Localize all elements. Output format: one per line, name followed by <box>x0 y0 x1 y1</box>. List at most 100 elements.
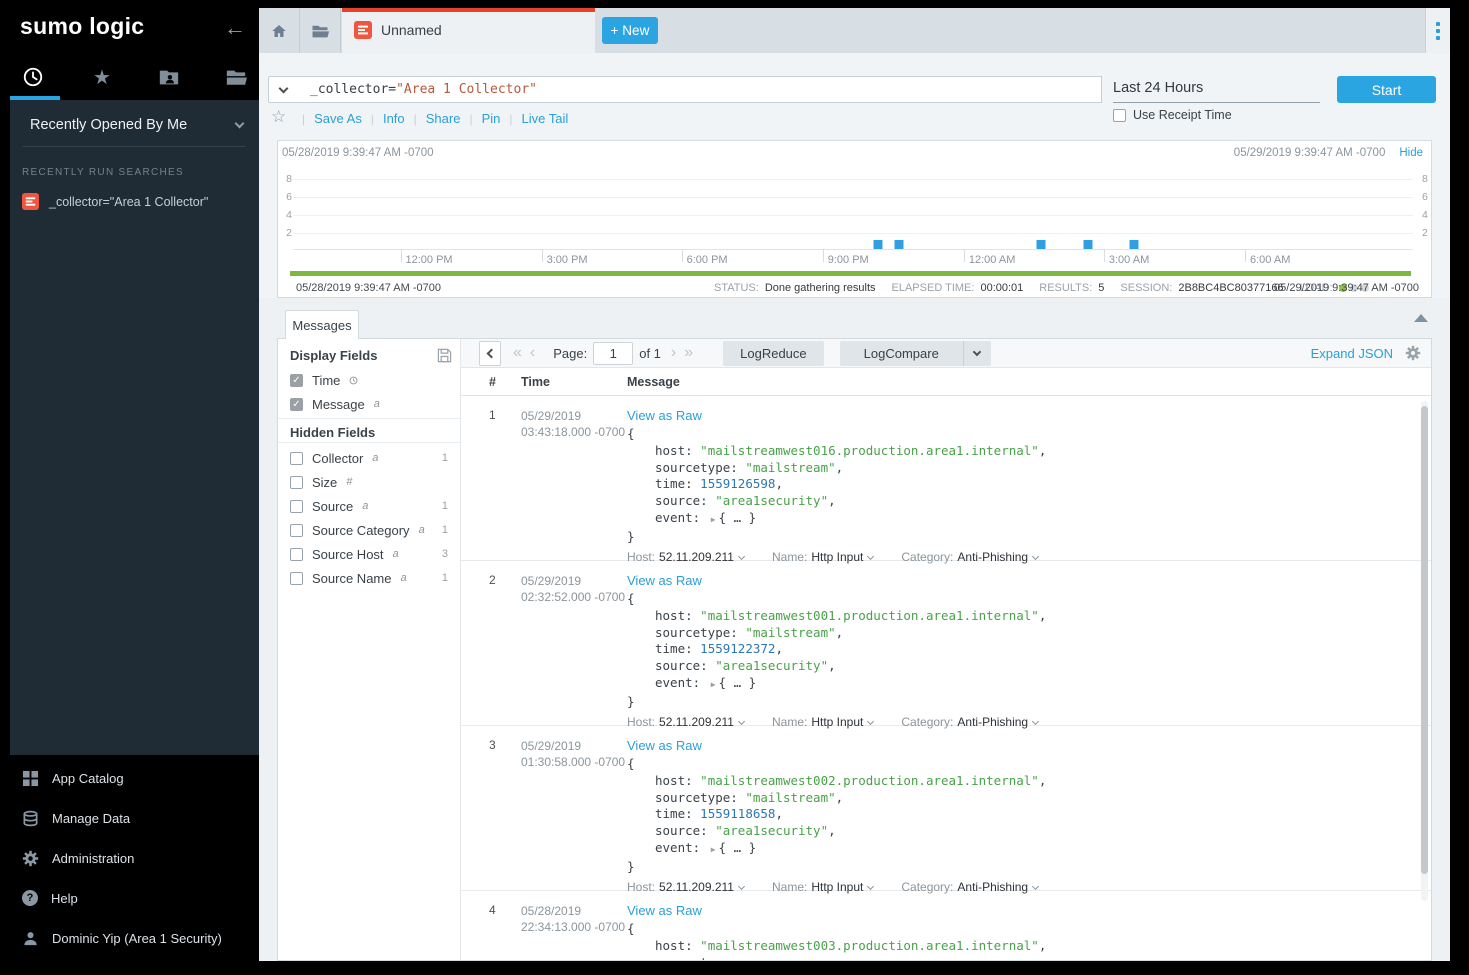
chevron-down-icon <box>867 718 874 725</box>
hidden-field-row[interactable]: Collector a 1 <box>290 446 452 470</box>
favorites-tab-star-icon[interactable]: ★ <box>89 64 115 90</box>
personal-library-icon[interactable] <box>156 64 182 90</box>
search-action-link[interactable]: Live Tail <box>522 111 569 126</box>
search-action-link[interactable]: Pin <box>482 111 501 126</box>
column-time: Time <box>521 375 550 389</box>
logreduce-button[interactable]: LogReduce <box>723 341 824 366</box>
display-field-time[interactable]: ✓ Time <box>290 369 452 391</box>
x-axis: 12:00 PM 3:00 PM 6:00 PM 9:00 PM 12:00 A… <box>293 250 1413 270</box>
kebab-menu-icon[interactable] <box>1425 8 1450 53</box>
hidden-field-row[interactable]: Source a 1 <box>290 494 452 518</box>
sidebar-item-app-catalog[interactable]: App Catalog <box>0 758 259 798</box>
field-checkbox[interactable] <box>290 572 303 585</box>
histogram-data-square[interactable] <box>1084 240 1093 249</box>
display-field-message[interactable]: ✓ Message a <box>290 393 452 415</box>
help-icon: ? <box>22 890 38 906</box>
sidebar-item-manage-data[interactable]: Manage Data <box>0 798 259 838</box>
search-action-link[interactable]: Save As <box>314 111 362 126</box>
tab-messages[interactable]: Messages <box>285 310 359 339</box>
search-action-link[interactable]: Info <box>383 111 405 126</box>
logcompare-dropdown[interactable] <box>963 341 991 366</box>
query-history-dropdown[interactable] <box>268 76 299 103</box>
time-field-checkbox[interactable]: ✓ <box>290 374 303 387</box>
histogram-data-square[interactable] <box>873 240 882 249</box>
field-checkbox[interactable] <box>290 476 303 489</box>
use-receipt-time-toggle[interactable]: Use Receipt Time <box>1113 108 1232 122</box>
histogram-data-square[interactable] <box>894 240 903 249</box>
library-button[interactable] <box>300 8 341 53</box>
divider <box>278 418 460 419</box>
field-checkbox[interactable] <box>290 524 303 537</box>
expand-event-icon[interactable]: ▶ <box>711 845 716 854</box>
message-field-checkbox[interactable]: ✓ <box>290 398 303 411</box>
x-tick: 3:00 AM <box>1104 250 1149 268</box>
hide-timeline-link[interactable]: Hide <box>1399 147 1423 159</box>
sidebar-item-help[interactable]: ? Help <box>0 878 259 918</box>
logcompare-button-group[interactable]: LogCompare <box>840 341 991 366</box>
field-checkbox[interactable] <box>290 452 303 465</box>
recent-tab-clock-icon[interactable] <box>20 64 46 90</box>
hidden-field-row[interactable]: Size # <box>290 470 452 494</box>
hidden-field-row[interactable]: Source Host a 3 <box>290 542 452 566</box>
expand-json-link[interactable]: Expand JSON <box>1311 346 1393 361</box>
view-as-raw-link[interactable]: View as Raw <box>627 738 702 753</box>
last-page-button[interactable]: » <box>680 344 697 362</box>
string-type-icon: a <box>374 398 380 410</box>
search-query-input[interactable]: _collector="Area 1 Collector" <box>298 76 1102 103</box>
sidebar-item-user-account[interactable]: Dominic Yip (Area 1 Security) <box>0 918 259 958</box>
receipt-time-label: Use Receipt Time <box>1133 108 1232 122</box>
tab-unnamed[interactable]: Unnamed <box>342 8 595 53</box>
chevron-down-icon <box>1032 553 1039 560</box>
library-folder-icon[interactable] <box>223 64 249 90</box>
new-tab-button[interactable]: + New <box>602 17 658 44</box>
collapse-fields-button[interactable] <box>479 341 501 366</box>
collapse-panel-up-icon[interactable] <box>1414 314 1428 322</box>
first-page-button[interactable]: « <box>509 344 526 362</box>
time-selection-bar[interactable] <box>290 271 1411 276</box>
view-as-raw-link[interactable]: View as Raw <box>627 903 702 918</box>
row-number: 1 <box>489 408 496 422</box>
histogram-plot[interactable] <box>293 179 1413 250</box>
home-button[interactable] <box>259 8 300 53</box>
view-as-raw-link[interactable]: View as Raw <box>627 573 702 588</box>
receipt-time-checkbox[interactable] <box>1113 109 1126 122</box>
view-as-raw-link[interactable]: View as Raw <box>627 408 702 423</box>
tick-mark <box>1104 249 1105 262</box>
prev-page-button[interactable]: ‹ <box>526 344 539 362</box>
sidebar-item-administration[interactable]: Administration <box>0 838 259 878</box>
hidden-fields-title: Hidden Fields <box>290 425 375 440</box>
page-number-input[interactable] <box>593 342 633 365</box>
logcompare-button[interactable]: LogCompare <box>840 341 963 366</box>
status-end-date: 05/29/2019 9:39:47 AM -0700 <box>1274 282 1419 294</box>
scrollbar-thumb[interactable] <box>1421 406 1428 874</box>
start-search-button[interactable]: Start <box>1337 76 1436 103</box>
field-checkbox[interactable] <box>290 500 303 513</box>
search-action-link[interactable]: Share <box>426 111 461 126</box>
hidden-field-row[interactable]: Source Category a 1 <box>290 518 452 542</box>
next-page-button[interactable]: › <box>667 344 680 362</box>
link-separator: | <box>500 112 521 126</box>
elapsed-label: ELAPSED TIME: <box>892 282 975 294</box>
scrollbar[interactable] <box>1421 401 1428 901</box>
histogram-data-square[interactable] <box>1130 240 1139 249</box>
histogram-data-square[interactable] <box>1037 240 1046 249</box>
recent-search-item[interactable]: _collector="Area 1 Collector" <box>22 193 259 210</box>
row-number: 4 <box>489 903 496 917</box>
recent-panel-header[interactable]: Recently Opened By Me <box>10 100 259 146</box>
tick-mark <box>542 249 543 262</box>
favorite-star-icon[interactable]: ☆ <box>271 107 286 127</box>
home-icon <box>270 22 288 40</box>
settings-gear-icon[interactable] <box>1405 345 1421 361</box>
field-checkbox[interactable] <box>290 548 303 561</box>
time-range-selector[interactable]: Last 24 Hours <box>1113 76 1320 103</box>
expand-event-icon[interactable]: ▶ <box>711 515 716 524</box>
save-fields-icon[interactable] <box>437 348 452 363</box>
field-count: 1 <box>442 524 448 536</box>
expand-event-icon[interactable]: ▶ <box>711 680 716 689</box>
tick-mark <box>401 249 402 262</box>
row-number: 3 <box>489 738 496 752</box>
collapse-sidebar-icon[interactable]: ← <box>224 15 246 41</box>
hidden-field-row[interactable]: Source Name a 1 <box>290 566 452 590</box>
chevron-down-icon <box>973 347 981 355</box>
messages-panel: Display Fields ✓ Time ✓ Message a Hidden… <box>277 338 1432 961</box>
